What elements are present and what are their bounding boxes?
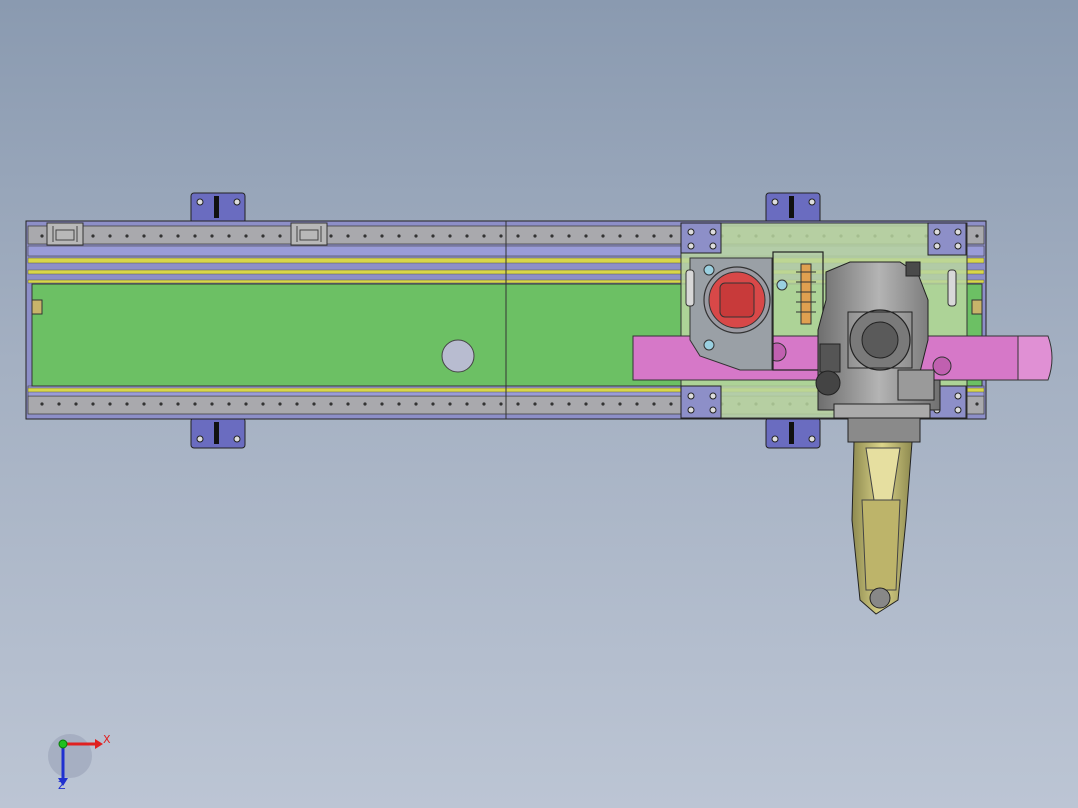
slider-block-1 xyxy=(46,222,84,246)
mounting-bracket-top-right xyxy=(765,192,821,224)
mounting-bracket-top-left xyxy=(190,192,246,224)
coordinate-triad-icon: X Z xyxy=(48,733,111,792)
mounting-bracket-bottom-right xyxy=(765,417,821,449)
mounting-bracket-bottom-left xyxy=(190,417,246,449)
axis-z-label: Z xyxy=(58,779,66,792)
robot-lower-arm xyxy=(847,417,921,615)
cad-model-viewport[interactable]: X Z xyxy=(0,0,1078,808)
robot-body xyxy=(815,261,941,419)
slider-block-2 xyxy=(290,222,328,246)
axis-x-label: X xyxy=(103,733,111,746)
